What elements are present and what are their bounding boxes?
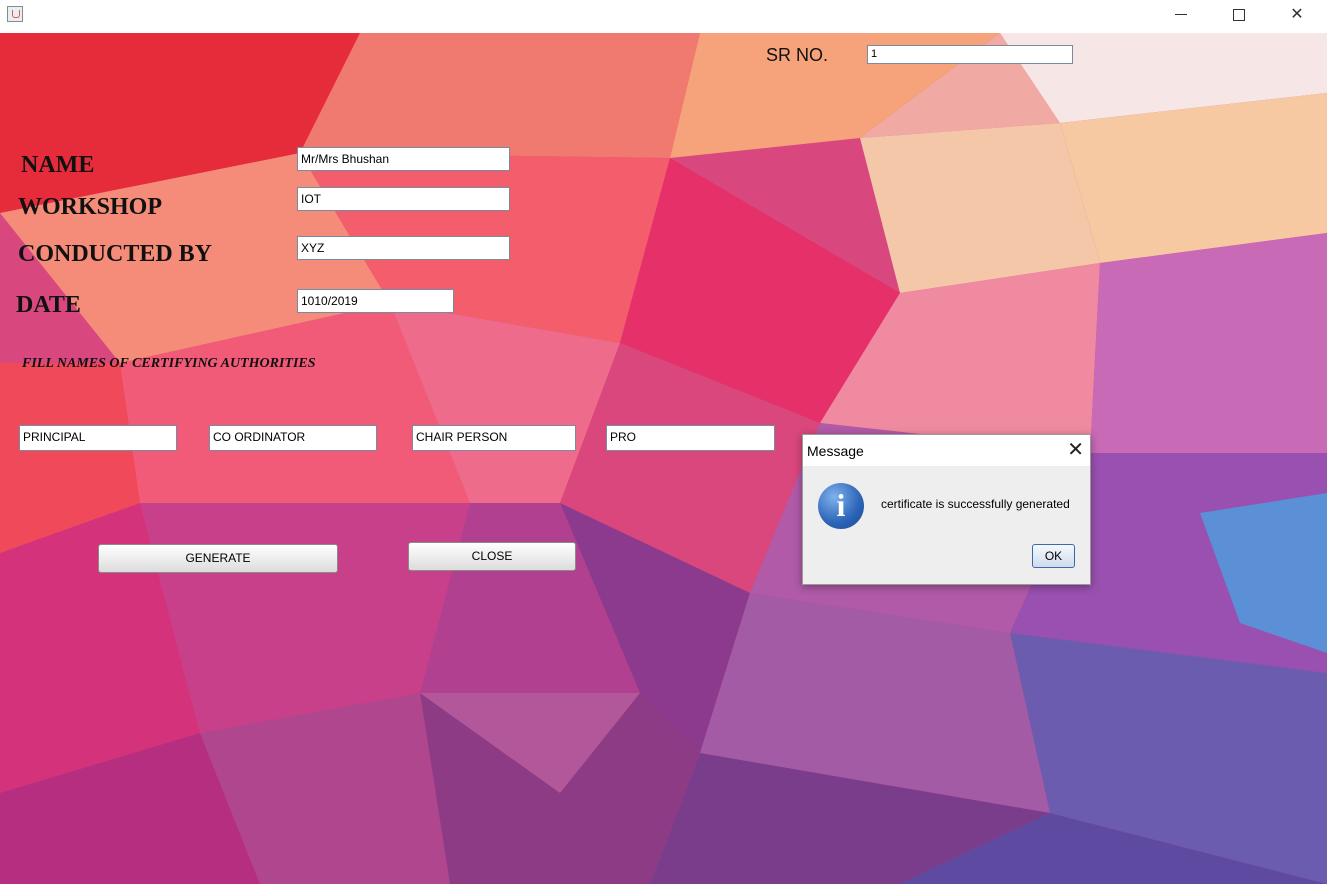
workshop-label: WORKSHOP <box>18 194 163 220</box>
authorities-heading: FILL NAMES OF CERTIFYING AUTHORITIES <box>22 356 316 371</box>
sr-no-label: SR NO. <box>766 45 829 65</box>
dialog-close-icon[interactable]: ✕ <box>1067 439 1084 461</box>
polygon-background <box>0 33 1327 884</box>
dialog-titlebar: Message ✕ <box>803 435 1090 466</box>
conducted-by-field[interactable]: XYZ <box>297 236 510 260</box>
dialog-message: certificate is successfully generated <box>881 497 1070 511</box>
workshop-field[interactable]: IOT <box>297 187 510 211</box>
maximize-icon <box>1233 8 1245 21</box>
date-label: DATE <box>16 292 81 318</box>
dialog-title: Message <box>807 443 864 459</box>
close-window-button[interactable]: ✕ <box>1268 0 1326 32</box>
chair-person-field[interactable]: CHAIR PERSON <box>412 425 576 451</box>
window-titlebar: ✕ <box>0 0 1327 33</box>
name-field[interactable]: Mr/Mrs Bhushan <box>297 147 510 171</box>
message-dialog: Message ✕ i certificate is successfully … <box>802 434 1091 585</box>
principal-field[interactable]: PRINCIPAL <box>19 425 177 451</box>
close-icon: ✕ <box>1290 6 1304 23</box>
background-image <box>0 33 1327 884</box>
generate-button[interactable]: GENERATE <box>98 544 338 573</box>
coordinator-field[interactable]: CO ORDINATOR <box>209 425 377 451</box>
minimize-icon <box>1175 14 1187 16</box>
name-label: NAME <box>21 152 95 178</box>
java-cup-icon[interactable] <box>7 6 23 22</box>
conducted-by-label: CONDUCTED BY <box>18 241 213 267</box>
sr-no-field[interactable]: 1 <box>867 45 1073 64</box>
close-button[interactable]: CLOSE <box>408 542 576 571</box>
info-icon: i <box>818 483 864 529</box>
pro-field[interactable]: PRO <box>606 425 775 451</box>
maximize-button[interactable] <box>1210 0 1268 32</box>
date-field[interactable]: 1010/2019 <box>297 289 454 313</box>
minimize-button[interactable] <box>1152 0 1210 32</box>
ok-button[interactable]: OK <box>1032 544 1075 568</box>
